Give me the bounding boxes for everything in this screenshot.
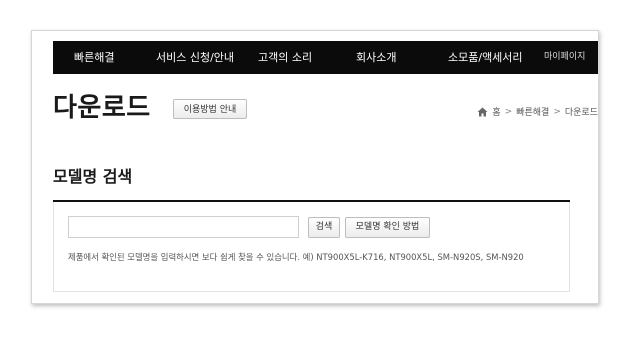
chevron-right-icon: > [553, 106, 561, 117]
breadcrumb: 홈 > 빠른해결 > 다운로드 [477, 105, 598, 118]
nav-item-mypage[interactable]: 마이페이지 [544, 41, 585, 74]
home-icon[interactable] [477, 107, 488, 117]
page-title: 다운로드 [53, 93, 151, 123]
model-name-howto-button[interactable]: 모델명 확인 방법 [345, 217, 430, 238]
chevron-right-icon: > [504, 106, 513, 117]
breadcrumb-home[interactable]: 홈 [492, 105, 500, 118]
nav-item-service-request[interactable]: 서비스 신청/안내 [156, 41, 234, 74]
nav-item-company[interactable]: 회사소개 [356, 41, 396, 74]
screenshot-frame: 빠른해결 서비스 신청/안내 고객의 소리 회사소개 소모품/액세서리 마이페이… [31, 30, 599, 304]
nav-item-accessories[interactable]: 소모품/액세서리 [448, 41, 523, 74]
breadcrumb-quick-fix[interactable]: 빠른해결 [516, 105, 549, 118]
model-search-input[interactable] [68, 216, 299, 238]
page-content: 빠른해결 서비스 신청/안내 고객의 소리 회사소개 소모품/액세서리 마이페이… [53, 41, 598, 303]
top-navigation: 빠른해결 서비스 신청/안내 고객의 소리 회사소개 소모품/액세서리 마이페이… [53, 41, 598, 74]
model-search-title: 모델명 검색 [53, 167, 133, 186]
nav-item-quick-fix[interactable]: 빠른해결 [74, 41, 114, 74]
model-search-panel: 검색 모델명 확인 방법 제품에서 확인된 모델명을 입력하시면 보다 쉽게 찾… [53, 202, 570, 292]
nav-item-customer-voice[interactable]: 고객의 소리 [258, 41, 312, 74]
usage-guide-button[interactable]: 이용방법 안내 [173, 99, 247, 119]
search-button[interactable]: 검색 [308, 217, 340, 238]
search-help-text: 제품에서 확인된 모델명을 입력하시면 보다 쉽게 찾을 수 있습니다. 예) … [68, 252, 524, 262]
breadcrumb-download: 다운로드 [564, 108, 598, 118]
